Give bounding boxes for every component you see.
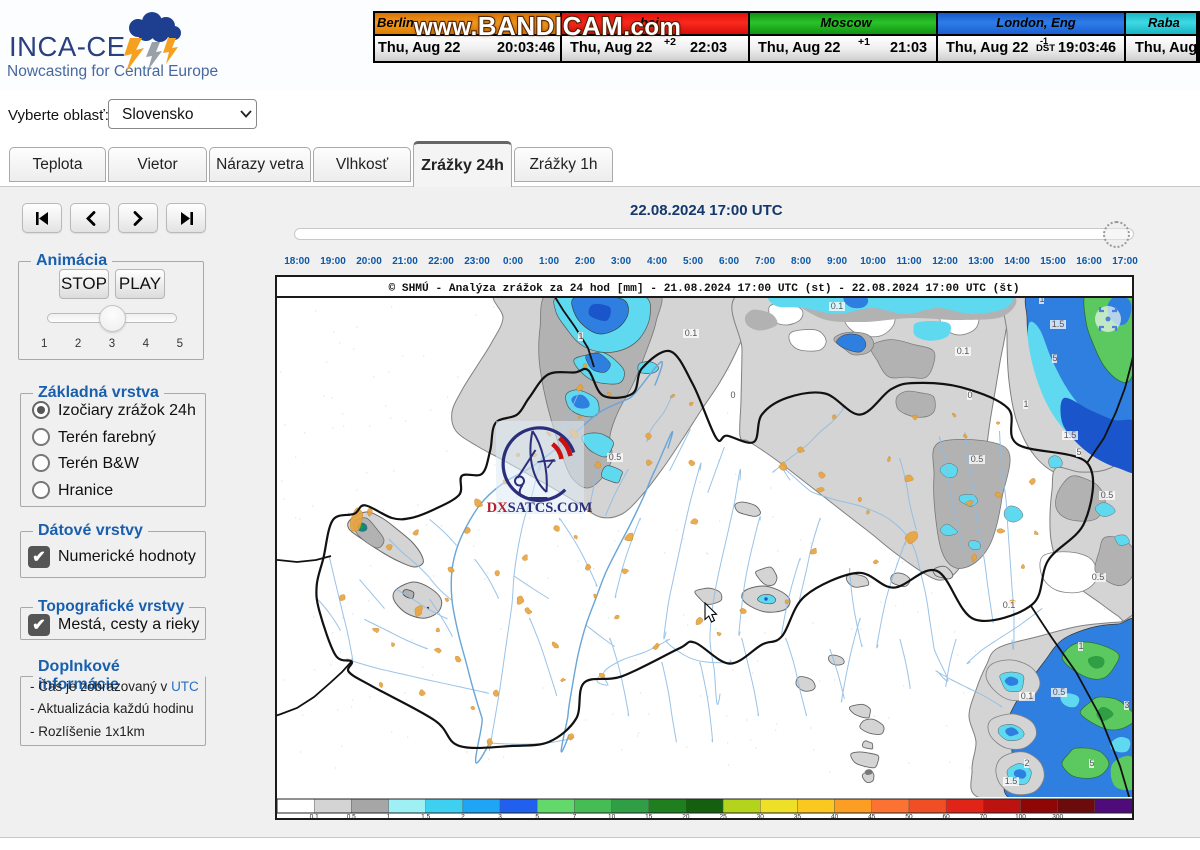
svg-text:0.1: 0.1 xyxy=(1021,691,1034,701)
svg-text:0.5: 0.5 xyxy=(1101,490,1114,500)
svg-text:0.5: 0.5 xyxy=(609,452,622,462)
svg-text:5: 5 xyxy=(1076,447,1081,457)
svg-text:0.1: 0.1 xyxy=(831,301,844,311)
svg-text:1.5: 1.5 xyxy=(1005,776,1018,786)
svg-text:© SHMÚ - Analýza zrážok za 24: © SHMÚ - Analýza zrážok za 24 hod [mm] -… xyxy=(388,281,1019,295)
svg-text:50: 50 xyxy=(905,814,913,821)
svg-text:15: 15 xyxy=(645,814,653,821)
svg-text:5: 5 xyxy=(1052,353,1057,363)
svg-text:1.5: 1.5 xyxy=(1064,430,1077,440)
svg-text:70: 70 xyxy=(980,814,988,821)
svg-text:0: 0 xyxy=(967,390,972,400)
svg-text:20: 20 xyxy=(682,814,690,821)
svg-text:0.5: 0.5 xyxy=(1092,572,1105,582)
svg-text:60: 60 xyxy=(942,814,950,821)
svg-text:1.5: 1.5 xyxy=(421,814,430,821)
svg-text:0.1: 0.1 xyxy=(310,814,319,821)
svg-text:1: 1 xyxy=(1023,399,1028,409)
svg-text:3: 3 xyxy=(498,814,502,821)
svg-text:100: 100 xyxy=(1015,814,1026,821)
svg-text:25: 25 xyxy=(719,814,727,821)
svg-text:DXSATCS.COM: DXSATCS.COM xyxy=(487,500,593,516)
svg-text:40: 40 xyxy=(831,814,839,821)
svg-text:10: 10 xyxy=(608,814,616,821)
svg-text:7: 7 xyxy=(573,814,577,821)
svg-text:0.5: 0.5 xyxy=(1053,687,1066,697)
svg-text:0.5: 0.5 xyxy=(347,814,356,821)
svg-text:1: 1 xyxy=(578,331,583,341)
svg-text:2: 2 xyxy=(1024,758,1029,768)
svg-text:0.5: 0.5 xyxy=(971,454,984,464)
svg-text:2: 2 xyxy=(461,814,465,821)
svg-text:5: 5 xyxy=(535,814,539,821)
svg-text:3: 3 xyxy=(1124,700,1129,710)
svg-text:0: 0 xyxy=(730,390,735,400)
svg-text:0.1: 0.1 xyxy=(1003,600,1016,610)
svg-text:1: 1 xyxy=(1078,641,1083,651)
svg-text:0.1: 0.1 xyxy=(685,328,698,338)
svg-text:35: 35 xyxy=(794,814,802,821)
svg-text:5: 5 xyxy=(1089,758,1094,768)
svg-text:1: 1 xyxy=(387,814,391,821)
svg-text:1.5: 1.5 xyxy=(1052,319,1065,329)
svg-text:1: 1 xyxy=(1039,294,1044,304)
svg-text:45: 45 xyxy=(868,814,876,821)
svg-text:30: 30 xyxy=(757,814,765,821)
svg-text:0.1: 0.1 xyxy=(957,346,970,356)
svg-text:300: 300 xyxy=(1052,814,1063,821)
